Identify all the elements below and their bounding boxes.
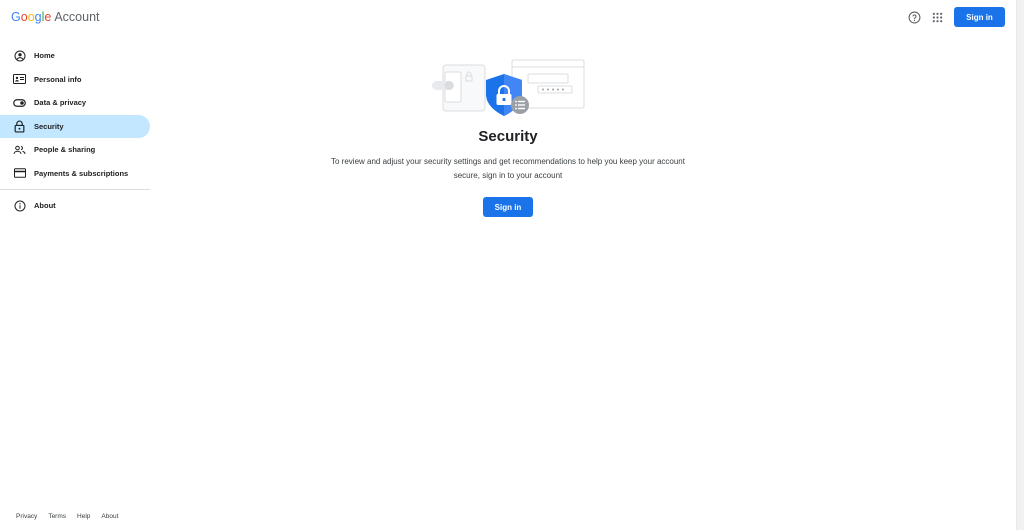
sidebar-divider [0,189,150,190]
logo-letter: G [11,10,21,24]
footer-link-about[interactable]: About [101,513,118,520]
footer-link-privacy[interactable]: Privacy [16,513,37,520]
sidebar-item-label: About [34,201,56,211]
page-description: To review and adjust your security setti… [331,157,685,180]
sidebar-nav: Home Personal info Data & privacy Securi… [0,44,150,218]
help-circle-icon[interactable] [906,9,922,25]
logo-account-text: Account [54,10,100,24]
main-sign-in-button[interactable]: Sign in [483,197,533,217]
sidebar-item-payments[interactable]: Payments & subscriptions [0,162,150,186]
sidebar-item-label: Security [34,121,64,131]
sidebar-item-label: Home [34,51,55,61]
toggle-icon [13,96,26,109]
sidebar-item-data-privacy[interactable]: Data & privacy [0,91,150,115]
apps-grid-icon[interactable] [929,9,945,25]
sidebar-item-security[interactable]: Security [0,114,150,138]
sidebar-item-people-sharing[interactable]: People & sharing [0,138,150,162]
top-bar: Google Account Sign in [0,0,1016,36]
logo-letter: e [44,10,52,24]
google-account-logo[interactable]: Google Account [11,10,100,24]
sidebar-item-label: People & sharing [34,145,96,155]
sidebar-item-home[interactable]: Home [0,44,150,68]
page-title: Security [478,128,538,145]
footer-link-terms[interactable]: Terms [48,513,66,520]
sidebar-item-personal-info[interactable]: Personal info [0,68,150,92]
footer: Privacy Terms Help About [16,513,129,520]
security-illustration [429,58,585,120]
logo-letter: g [34,10,42,24]
id-card-icon [13,73,26,86]
header-sign-in-button[interactable]: Sign in [954,7,1005,27]
sidebar-item-label: Data & privacy [34,98,87,108]
sidebar-item-about[interactable]: About [0,194,150,218]
sidebar-item-label: Personal info [34,74,82,84]
account-circle-icon [13,49,26,62]
people-icon [13,143,26,156]
credit-card-icon [13,167,26,180]
sidebar-item-label: Payments & subscriptions [34,168,129,178]
footer-link-help[interactable]: Help [77,513,90,520]
info-icon [13,199,26,212]
logo-letter: o [20,10,28,24]
vertical-scrollbar[interactable] [1016,0,1024,530]
logo-letter: o [27,10,35,24]
lock-icon [13,120,26,133]
